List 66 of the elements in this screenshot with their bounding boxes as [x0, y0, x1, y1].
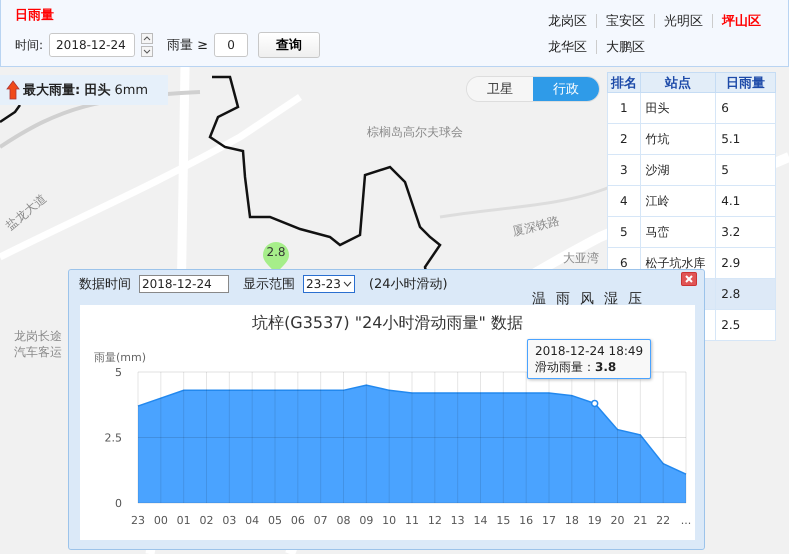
- x-tick-label: 23: [131, 514, 145, 527]
- rain-cell: 3.2: [716, 216, 776, 248]
- max-rain-text: 最大雨量: 田头 6mm: [23, 82, 148, 99]
- place-label: 棕榈岛高尔夫球会: [367, 125, 463, 139]
- x-tick-label: 12: [428, 514, 442, 527]
- x-tick-label: 11: [405, 514, 419, 527]
- data-time-label: 数据时间: [79, 276, 131, 293]
- x-tick-label: 02: [200, 514, 214, 527]
- column-header: 排名: [608, 72, 640, 92]
- x-tick-label: 22: [656, 514, 670, 527]
- x-tick-label: 16: [519, 514, 534, 527]
- rain-cell: 5.1: [716, 124, 776, 154]
- station-cell: 田头: [640, 92, 716, 124]
- rain-cell: 5: [716, 154, 776, 186]
- place-label: 大亚湾: [563, 251, 599, 265]
- range-label: 显示范围: [243, 276, 295, 293]
- rain-cell: 4.1: [716, 186, 776, 216]
- x-tick-label: 10: [382, 514, 396, 527]
- x-tick-label: 08: [336, 514, 350, 527]
- panel-title: 日雨量: [15, 7, 55, 24]
- rain-cell: 2.8: [716, 278, 776, 310]
- x-tick-label: 18: [564, 514, 579, 527]
- rank-cell: 2: [608, 124, 640, 154]
- x-tick-label: 04: [245, 514, 260, 527]
- marker-value: 2.8: [265, 245, 287, 259]
- y-axis-title: 雨量(mm): [94, 351, 146, 364]
- x-tick-label: 19: [588, 514, 602, 527]
- station-cell: 江岭: [640, 186, 716, 216]
- rain-cell: 6: [716, 92, 776, 124]
- rain-label: 雨量 ≥: [167, 37, 208, 54]
- tooltip-time: 2018-12-24 18:49: [535, 343, 644, 359]
- x-tick-label: 09: [359, 514, 374, 527]
- x-tick-label: 07: [314, 514, 328, 527]
- x-tick-label: 14: [474, 514, 488, 527]
- x-tick-label: ...: [680, 514, 692, 527]
- x-tick-label: 13: [450, 514, 465, 527]
- x-tick-label: 20: [610, 514, 624, 527]
- column-header: 日雨量: [716, 72, 776, 92]
- x-tick-label: 21: [633, 514, 648, 527]
- x-tick-label: 05: [268, 514, 282, 527]
- rank-cell: 1: [608, 92, 640, 124]
- rank-cell: 5: [608, 216, 640, 248]
- tooltip-value: 滑动雨量：3.8: [535, 359, 618, 375]
- mode-text: (24小时滑动): [368, 276, 448, 293]
- rank-cell: 3: [608, 154, 640, 186]
- station-cell: 马峦: [640, 216, 716, 248]
- chart-title: 坑梓(G3537) "24小时滑动雨量" 数据: [251, 313, 524, 334]
- time-label: 时间:: [15, 36, 44, 54]
- x-tick-label: 06: [290, 514, 305, 527]
- x-tick-label: 15: [496, 514, 510, 527]
- y-tick-label: 0: [115, 497, 122, 510]
- station-cell: 竹坑: [640, 124, 716, 154]
- x-tick-label: 03: [222, 514, 236, 527]
- y-tick-label: 5: [115, 366, 122, 379]
- place-label: 汽车客运: [14, 345, 62, 359]
- rank-cell: 4: [608, 186, 640, 216]
- place-label: 龙岗长途: [14, 329, 62, 343]
- y-tick-label: 2.5: [104, 432, 122, 444]
- rain-cell: 2.5: [716, 310, 776, 340]
- column-header: 站点: [640, 72, 716, 92]
- x-tick-label: 17: [542, 514, 556, 527]
- x-tick-label: 01: [176, 514, 191, 527]
- x-tick-label: 00: [154, 514, 168, 527]
- road-label: 盐龙大道: [3, 191, 49, 233]
- station-cell: 沙湖: [640, 154, 716, 186]
- railway-label: 厦深铁路: [511, 213, 561, 239]
